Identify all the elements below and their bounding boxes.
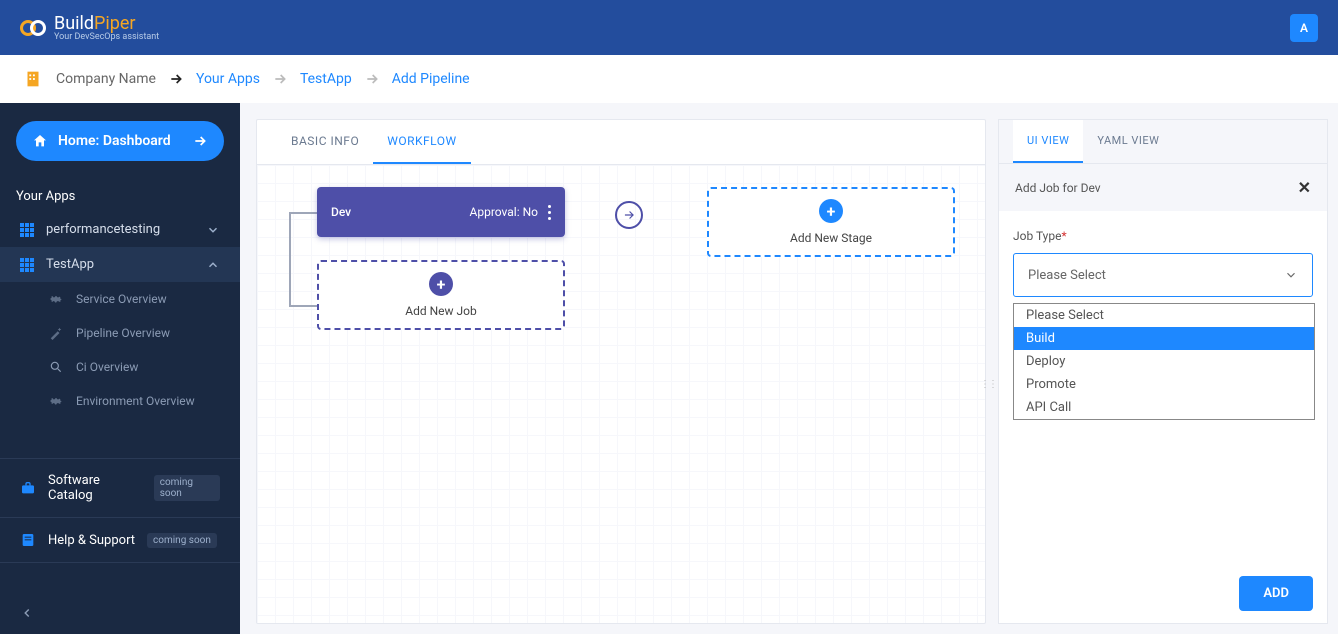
- home-icon: [32, 133, 48, 149]
- right-panel: UI VIEW YAML VIEW Add Job for Dev ✕ Job …: [998, 119, 1328, 624]
- dropdown-option-deploy[interactable]: Deploy: [1014, 350, 1314, 373]
- stage-name: Dev: [331, 205, 351, 219]
- building-icon: [22, 68, 44, 90]
- sidebar: Home: Dashboard Your Apps performancetes…: [0, 103, 240, 634]
- breadcrumb-link-app[interactable]: TestApp: [300, 71, 352, 87]
- connector-line: [289, 212, 317, 307]
- gear-icon: [48, 292, 64, 306]
- sidebar-sub-pipeline-overview[interactable]: Pipeline Overview: [0, 316, 240, 350]
- sidebar-sub-environment-overview[interactable]: Environment Overview: [0, 384, 240, 418]
- avatar-button[interactable]: A: [1290, 14, 1318, 42]
- wand-icon: [48, 326, 64, 340]
- content-area: BASIC INFO WORKFLOW Dev Approval: No + A…: [240, 103, 1338, 634]
- arrow-right-icon: [272, 71, 288, 87]
- sidebar-help-support[interactable]: Help & Support coming soon: [0, 518, 240, 563]
- brand-tagline: Your DevSecOps assistant: [54, 32, 159, 42]
- add-stage-label: Add New Stage: [790, 231, 872, 245]
- job-type-dropdown: Please Select Build Deploy Promote API C…: [1013, 303, 1315, 420]
- dropdown-option-build[interactable]: Build: [1014, 327, 1314, 350]
- chevron-up-icon: [206, 258, 220, 272]
- pipeline-canvas-panel: BASIC INFO WORKFLOW Dev Approval: No + A…: [256, 119, 986, 624]
- breadcrumb-current[interactable]: Add Pipeline: [392, 71, 470, 87]
- sidebar-section-apps: Your Apps: [0, 181, 240, 212]
- brand-name: BuildPiper: [54, 13, 136, 34]
- coming-soon-badge: coming soon: [147, 533, 217, 548]
- arrow-right-icon: [364, 71, 380, 87]
- add-new-job-card[interactable]: + Add New Job: [317, 260, 565, 330]
- tab-workflow[interactable]: WORKFLOW: [373, 120, 470, 164]
- add-job-label: Add New Job: [405, 304, 476, 318]
- grid-icon: [20, 223, 34, 237]
- add-button[interactable]: ADD: [1239, 576, 1313, 611]
- right-panel-body: Job Type* Please Select Please Select Bu…: [999, 211, 1327, 564]
- stage-card-dev[interactable]: Dev Approval: No: [317, 187, 565, 237]
- sidebar-sub-service-overview[interactable]: Service Overview: [0, 282, 240, 316]
- close-icon[interactable]: ✕: [1298, 178, 1311, 197]
- breadcrumb-link-apps[interactable]: Your Apps: [196, 71, 260, 87]
- right-panel-header: Add Job for Dev ✕: [999, 164, 1327, 211]
- collapse-sidebar-button[interactable]: [20, 606, 220, 620]
- workflow-canvas[interactable]: Dev Approval: No + Add New Job + Add New…: [257, 165, 985, 623]
- job-type-label: Job Type*: [1013, 229, 1313, 243]
- sidebar-app-performancetesting[interactable]: performancetesting: [0, 212, 240, 247]
- dropdown-option-api-call[interactable]: API Call: [1014, 396, 1314, 419]
- chevron-down-icon: [206, 223, 220, 237]
- gear-icon: [48, 394, 64, 408]
- plus-icon: +: [429, 272, 453, 296]
- plus-icon: +: [819, 199, 843, 223]
- arrow-right-icon: [168, 71, 184, 87]
- logo[interactable]: BuildPiper Your DevSecOps assistant: [20, 13, 159, 42]
- top-header: BuildPiper Your DevSecOps assistant A: [0, 0, 1338, 55]
- search-icon: [48, 360, 64, 374]
- select-placeholder: Please Select: [1028, 268, 1106, 283]
- grid-icon: [20, 258, 34, 272]
- arrow-circle-icon: [615, 201, 643, 229]
- tab-ui-view[interactable]: UI VIEW: [1013, 120, 1083, 163]
- breadcrumb-company: Company Name: [56, 71, 156, 87]
- right-panel-footer: ADD: [999, 564, 1327, 623]
- briefcase-icon: [20, 480, 36, 496]
- logo-rings-icon: [20, 20, 46, 36]
- kebab-menu-icon[interactable]: [548, 205, 551, 220]
- document-icon: [20, 532, 36, 548]
- arrow-right-icon: [192, 133, 208, 149]
- dropdown-option-promote[interactable]: Promote: [1014, 373, 1314, 396]
- dropdown-option-please-select[interactable]: Please Select: [1014, 304, 1314, 327]
- sidebar-app-testapp[interactable]: TestApp: [0, 247, 240, 282]
- stage-approval: Approval: No: [470, 205, 538, 219]
- add-new-stage-card[interactable]: + Add New Stage: [707, 187, 955, 257]
- app-label: performancetesting: [46, 222, 160, 237]
- panel-title: Add Job for Dev: [1015, 181, 1101, 195]
- app-label: TestApp: [46, 257, 94, 272]
- job-type-select[interactable]: Please Select: [1013, 253, 1313, 297]
- canvas-tabs: BASIC INFO WORKFLOW: [257, 120, 985, 165]
- panel-resize-handle[interactable]: ⋮⋮: [980, 379, 986, 409]
- home-dashboard-button[interactable]: Home: Dashboard: [16, 121, 224, 161]
- chevron-down-icon: [1284, 268, 1298, 282]
- sidebar-sub-ci-overview[interactable]: Ci Overview: [0, 350, 240, 384]
- right-panel-tabs: UI VIEW YAML VIEW: [999, 120, 1327, 164]
- breadcrumb: Company Name Your Apps TestApp Add Pipel…: [0, 55, 1338, 103]
- tab-basic-info[interactable]: BASIC INFO: [277, 120, 373, 164]
- tab-yaml-view[interactable]: YAML VIEW: [1083, 120, 1173, 163]
- sidebar-software-catalog[interactable]: Software Catalog coming soon: [0, 458, 240, 518]
- coming-soon-badge: coming soon: [154, 475, 220, 501]
- home-label: Home: Dashboard: [58, 133, 171, 149]
